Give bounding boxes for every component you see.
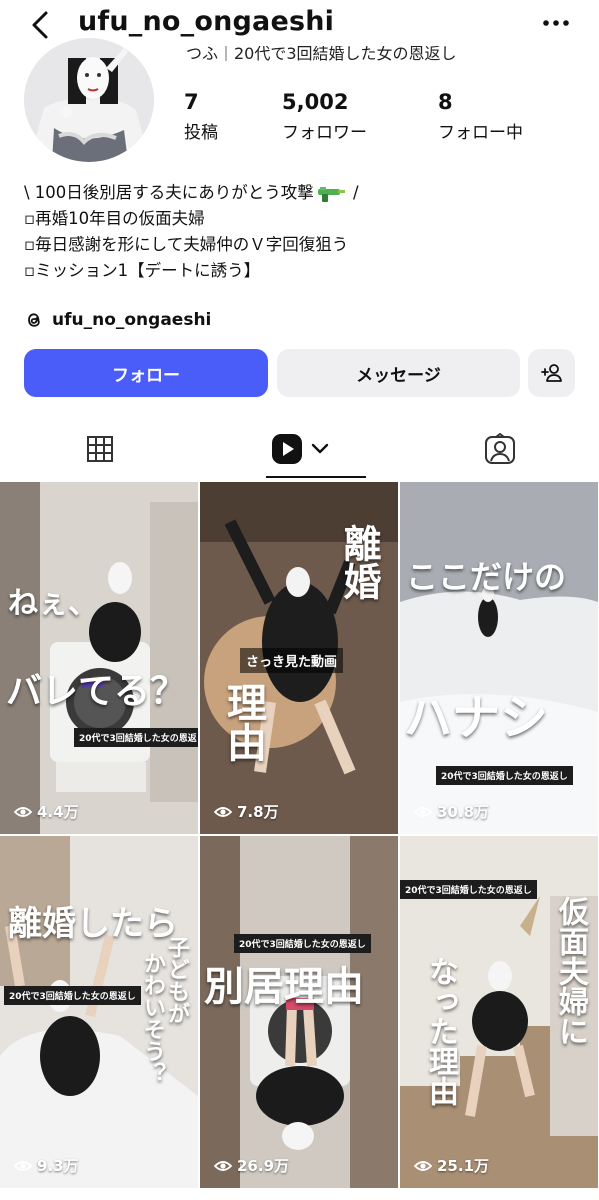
eye-icon <box>14 1160 32 1171</box>
reel-image <box>0 482 198 834</box>
reel-overlay-text: なった理由 <box>423 956 458 1106</box>
suggested-users-button[interactable] <box>528 349 575 397</box>
following-count: 8 <box>438 90 453 114</box>
chevron-left-icon <box>32 11 48 39</box>
reel-overlay-text: 離婚 <box>337 524 381 600</box>
bio-line-3: ▫︎毎日感謝を形にして夫婦仲のＶ字回復狙う <box>24 235 349 254</box>
reel-thumbnail[interactable]: 離婚したら 子どもが かわいそう？ 20代で3回結婚した女の恩返し 9.3万 <box>0 836 198 1188</box>
reel-view-count: 4.4万 <box>14 801 79 822</box>
reel-thumbnail[interactable]: 離婚 理由 さっき見た動画 7.8万 <box>200 482 398 834</box>
reel-view-count: 25.1万 <box>414 1155 489 1176</box>
more-options-button[interactable] <box>541 8 571 38</box>
reel-overlay-text: 仮面夫婦に <box>553 896 588 1046</box>
eye-icon <box>414 806 432 817</box>
threads-handle: ufu_no_ongaeshi <box>52 310 212 330</box>
tagged-user-icon <box>484 433 515 464</box>
bio-line-1: \ 100日後別居する夫にありがとう攻撃 / <box>24 183 359 202</box>
threads-icon <box>28 313 40 327</box>
bio-line-2: ▫︎再婚10年目の仮面夫婦 <box>24 209 205 228</box>
stat-followers[interactable]: 5,002 フォロワー <box>282 90 367 143</box>
chevron-down-icon <box>311 443 328 454</box>
profile-tabs <box>0 418 599 480</box>
followers-count: 5,002 <box>282 90 349 114</box>
reel-view-count: 9.3万 <box>14 1155 79 1176</box>
avatar-image <box>24 38 154 162</box>
reel-view-count: 7.8万 <box>214 801 279 822</box>
reel-tag: 20代で3回結婚した女の恩返し <box>400 880 537 899</box>
followers-label: フォロワー <box>282 123 367 143</box>
reel-image <box>200 836 398 1188</box>
reel-view-count: 30.8万 <box>414 801 489 822</box>
reel-overlay-text: ねぇ、 <box>8 586 98 621</box>
reel-overlay-text: ここだけの <box>406 558 567 596</box>
reel-thumbnail[interactable]: 20代で3回結婚した女の恩返し 別居理由 26.9万 <box>200 836 398 1188</box>
reel-overlay-text: 理由 <box>220 682 266 762</box>
posts-count: 7 <box>184 90 199 114</box>
reel-view-count: 26.9万 <box>214 1155 289 1176</box>
message-button[interactable]: メッセージ <box>277 349 520 397</box>
stat-following[interactable]: 8 フォロー中 <box>438 90 523 143</box>
reel-thumbnail[interactable]: ねぇ、 バレてる？ 20代で3回結婚した女の恩返し 4.4万 <box>0 482 198 834</box>
eye-icon <box>214 806 232 817</box>
reel-tag: 20代で3回結婚した女の恩返し <box>234 934 371 953</box>
reel-overlay-text: 離婚したら <box>8 904 178 944</box>
reel-tag: 20代で3回結婚した女の恩返し <box>74 728 198 747</box>
reel-overlay-text: バレてる？ <box>6 671 187 712</box>
tab-tagged[interactable] <box>400 418 599 480</box>
reel-tag: 20代で3回結婚した女の恩返し <box>436 766 573 785</box>
reel-overlay-text: かわいそう？ <box>140 952 165 1084</box>
eye-icon <box>414 1160 432 1171</box>
profile-full-name: つふ｜20代で3回結婚した女の恩返し <box>186 46 457 63</box>
reels-grid: ねぇ、 バレてる？ 20代で3回結婚した女の恩返し 4.4万 離婚 理由 さっき… <box>0 482 599 1200</box>
back-button[interactable] <box>28 10 54 40</box>
eye-icon <box>214 1160 232 1171</box>
stat-posts[interactable]: 7 投稿 <box>184 90 218 143</box>
eye-icon <box>14 806 32 817</box>
following-label: フォロー中 <box>438 123 523 143</box>
reel-thumbnail[interactable]: ここだけの ハナシ 20代で3回結婚した女の恩返し 30.8万 <box>400 482 598 834</box>
reels-icon <box>271 434 302 464</box>
threads-link[interactable]: ufu_no_ongaeshi <box>24 306 211 334</box>
tab-grid[interactable] <box>0 418 199 480</box>
grid-icon <box>86 436 113 462</box>
profile-username: ufu_no_ongaeshi <box>78 6 335 37</box>
reel-overlay-text: 別居理由 <box>204 964 364 1010</box>
reel-thumbnail[interactable]: 20代で3回結婚した女の恩返し 仮面夫婦に なった理由 25.1万 <box>400 836 598 1188</box>
reel-overlay-text: ハナシ <box>404 690 549 746</box>
water-gun-icon <box>317 186 345 202</box>
reel-tag: 20代で3回結婚した女の恩返し <box>4 986 141 1005</box>
bio-line-4: ▫︎ミッション1【デートに誘う】 <box>24 261 261 280</box>
posts-label: 投稿 <box>184 123 218 143</box>
profile-bio: \ 100日後別居する夫にありがとう攻撃 / ▫︎再婚10年目の仮面夫婦 ▫︎毎… <box>24 180 584 284</box>
more-horizontal-icon <box>543 20 569 26</box>
active-tab-indicator <box>266 476 366 478</box>
reel-caption: さっき見た動画 <box>240 648 344 673</box>
avatar[interactable] <box>24 38 154 162</box>
tab-reels[interactable] <box>200 418 399 480</box>
follow-button[interactable]: フォロー <box>24 349 268 397</box>
add-user-icon <box>540 364 562 382</box>
